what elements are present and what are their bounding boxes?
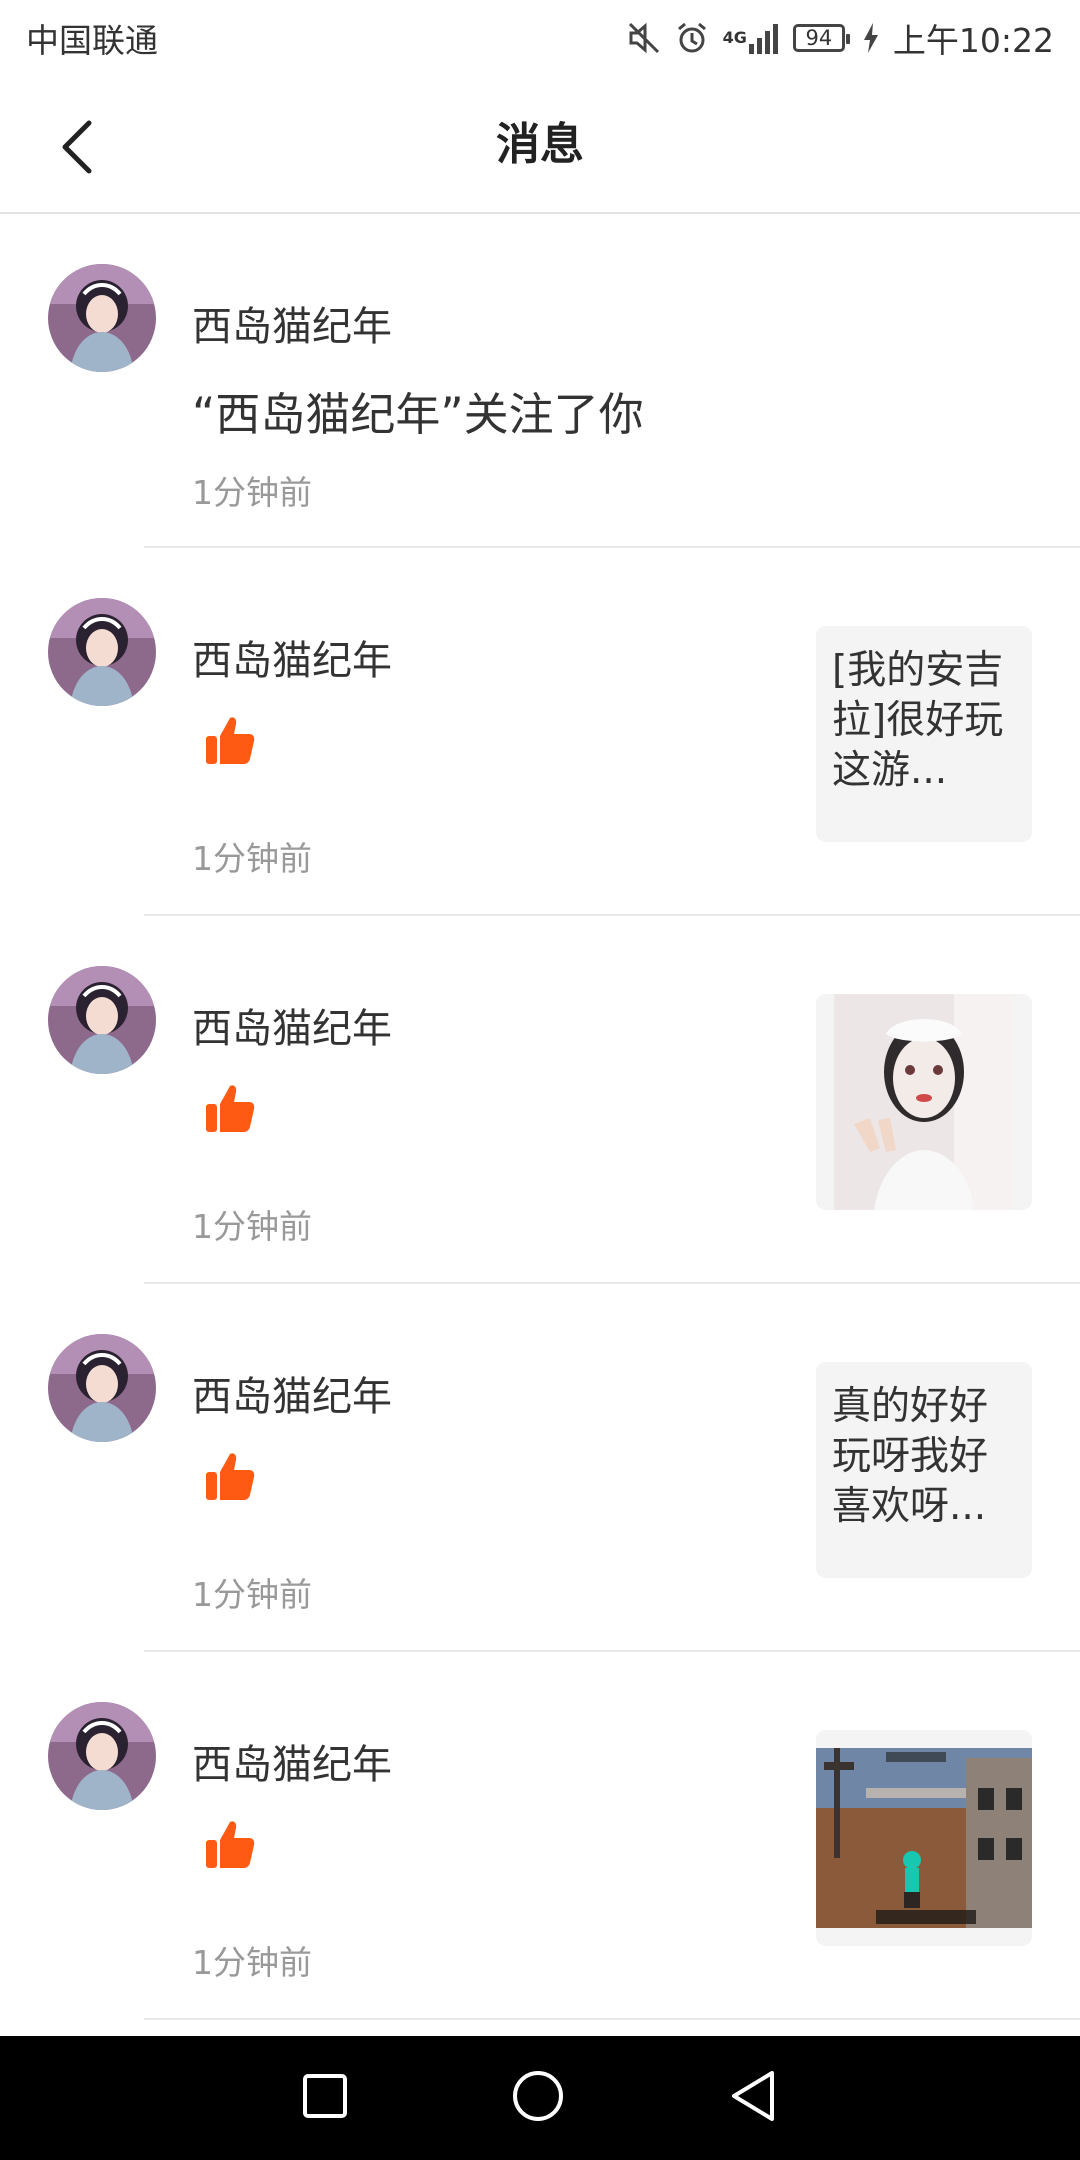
avatar[interactable] [48, 1334, 156, 1442]
avatar[interactable] [48, 264, 156, 372]
thumbs-up-icon [204, 1450, 256, 1502]
recents-button[interactable] [302, 2073, 348, 2123]
back-nav-button[interactable] [728, 2069, 778, 2127]
network-type: 4G [722, 28, 747, 47]
list-item-like[interactable]: 西岛猫纪年 1分钟前 [0, 916, 1080, 1284]
sender-name: 西岛猫纪年 [192, 1006, 392, 1052]
quoted-post-preview[interactable]: [我的安吉拉]很好玩这游... [816, 626, 1032, 842]
home-button[interactable] [511, 2069, 565, 2127]
message-time: 1分钟前 [192, 1207, 312, 1246]
photo-thumbnail[interactable] [816, 994, 1032, 1210]
avatar[interactable] [48, 598, 156, 706]
message-time: 1分钟前 [192, 839, 312, 878]
photo-image [834, 994, 1014, 1210]
signal-icon: 4G [723, 22, 779, 54]
battery-icon: 94 [792, 24, 850, 52]
game-screenshot-thumbnail[interactable] [816, 1730, 1032, 1946]
carrier-label: 中国联通 [26, 21, 158, 60]
status-bar: 中国联通 4G 94 上午10:22 [0, 0, 1080, 76]
thumbs-up-icon [204, 1082, 256, 1134]
page-title: 消息 [496, 119, 584, 170]
game-image [816, 1748, 1032, 1928]
avatar[interactable] [48, 966, 156, 1074]
message-time: 1分钟前 [192, 1943, 312, 1982]
system-navigation-bar [0, 2036, 1080, 2160]
message-text: “西岛猫纪年”关注了你 [192, 388, 644, 441]
charging-icon [863, 23, 879, 53]
avatar[interactable] [48, 1702, 156, 1810]
alarm-icon [675, 21, 709, 55]
back-triangle-icon [732, 2071, 775, 2121]
quoted-text: [我的安吉拉]很好玩这游... [832, 648, 1004, 793]
sender-name: 西岛猫纪年 [192, 638, 392, 684]
list-item-like[interactable]: 西岛猫纪年 1分钟前 [0, 1652, 1080, 2020]
sender-name: 西岛猫纪年 [192, 1742, 392, 1788]
thumbs-up-icon [204, 1818, 256, 1870]
message-time: 1分钟前 [192, 473, 312, 512]
list-item-like[interactable]: 西岛猫纪年 1分钟前 真的好好玩呀我好喜欢呀... [0, 1284, 1080, 1652]
mute-icon [627, 21, 661, 55]
sender-name: 西岛猫纪年 [192, 304, 392, 350]
status-icons: 4G 94 上午10:22 [627, 14, 1054, 62]
divider [144, 2018, 1080, 2020]
home-circle-icon [512, 2071, 563, 2121]
list-item-follow[interactable]: 西岛猫纪年 “西岛猫纪年”关注了你 1分钟前 [0, 214, 1080, 548]
quoted-post-preview[interactable]: 真的好好玩呀我好喜欢呀... [816, 1362, 1032, 1578]
list-item-like[interactable]: 西岛猫纪年 1分钟前 [我的安吉拉]很好玩这游... [0, 548, 1080, 916]
message-time: 1分钟前 [192, 1575, 312, 1614]
sender-name: 西岛猫纪年 [192, 1374, 392, 1420]
thumbs-up-icon [204, 714, 256, 766]
header: 消息 [0, 76, 1080, 214]
quoted-text: 真的好好玩呀我好喜欢呀... [832, 1384, 989, 1529]
message-list: 西岛猫纪年 “西岛猫纪年”关注了你 1分钟前 西岛猫纪年 1分钟前 [我的安吉拉… [0, 214, 1080, 2020]
recents-square-icon [302, 2074, 347, 2118]
clock: 上午10:22 [892, 21, 1054, 60]
